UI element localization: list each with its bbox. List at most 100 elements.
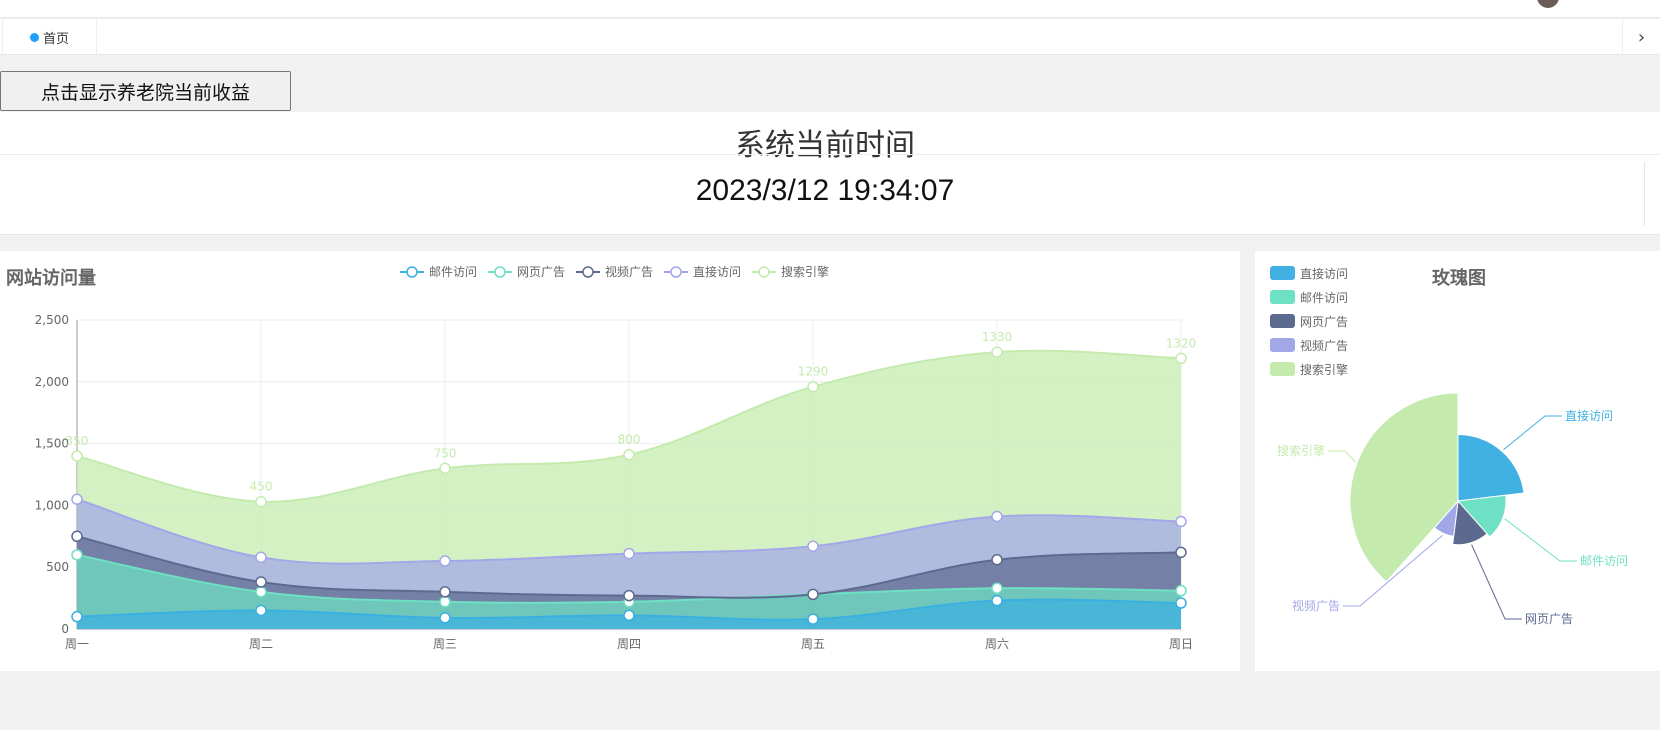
legend-item[interactable]: 邮件访问 bbox=[400, 265, 477, 279]
slice-label: 邮件访问 bbox=[1580, 554, 1628, 568]
data-label: 750 bbox=[434, 446, 457, 460]
legend-item[interactable]: 直接访问 bbox=[664, 264, 741, 279]
x-tick-label: 周一 bbox=[65, 637, 89, 651]
data-point bbox=[1175, 515, 1187, 528]
data-point bbox=[807, 613, 819, 625]
x-tick-label: 周日 bbox=[1169, 637, 1193, 651]
data-point bbox=[255, 604, 267, 617]
label-leader-line bbox=[1471, 544, 1522, 620]
legend-label: 网页广告 bbox=[1300, 315, 1348, 329]
data-point bbox=[623, 609, 635, 622]
data-point bbox=[439, 612, 451, 624]
data-point bbox=[1175, 584, 1187, 597]
data-point bbox=[623, 589, 635, 602]
legend-swatch bbox=[1270, 338, 1295, 352]
legend-label: 邮件访问 bbox=[1300, 291, 1348, 305]
data-point bbox=[71, 530, 83, 543]
data-point bbox=[439, 586, 451, 598]
data-point bbox=[255, 495, 267, 508]
legend-label: 直接访问 bbox=[693, 264, 741, 279]
legend-item[interactable]: 搜索引擎 bbox=[1270, 362, 1348, 377]
legend-label: 网页广告 bbox=[517, 265, 565, 279]
y-tick-label: 0 bbox=[61, 622, 69, 636]
data-label: 1320 bbox=[1166, 336, 1197, 350]
data-point bbox=[71, 549, 83, 561]
legend-item[interactable]: 邮件访问 bbox=[1270, 290, 1348, 305]
legend-symbol bbox=[670, 266, 682, 278]
x-tick-label: 周二 bbox=[249, 637, 273, 651]
data-label: 1330 bbox=[982, 330, 1013, 344]
legend-symbol bbox=[406, 266, 418, 278]
x-tick-label: 周四 bbox=[617, 637, 641, 651]
tab-home-label: 首页 bbox=[42, 31, 69, 47]
legend-symbol bbox=[758, 266, 770, 278]
data-point bbox=[1175, 352, 1187, 365]
tab-home[interactable]: 首页 bbox=[2, 19, 97, 55]
legend-swatch bbox=[1270, 266, 1295, 280]
show-income-button[interactable]: 点击显示养老院当前收益 bbox=[0, 71, 291, 111]
data-point bbox=[807, 540, 819, 552]
legend-item[interactable]: 网页广告 bbox=[1270, 314, 1348, 329]
rose-chart-card: 玫瑰图 直接访问 邮件访问 网页广告 视频广告 搜索引擎 直接访问 邮件访问 网页广告 视频广告… bbox=[1255, 251, 1660, 671]
system-time-panel: 系统当前时间 2023/3/12 19:34:07 bbox=[0, 112, 1660, 235]
data-point bbox=[623, 448, 635, 461]
data-point bbox=[439, 462, 451, 475]
y-tick-label: 500 bbox=[46, 560, 69, 574]
chevron-right-icon: › bbox=[1637, 26, 1646, 48]
data-point bbox=[439, 555, 451, 567]
data-point bbox=[991, 554, 1003, 566]
data-point bbox=[1175, 597, 1187, 609]
legend-label: 搜索引擎 bbox=[1300, 362, 1348, 377]
data-point bbox=[991, 510, 1003, 523]
data-label: 800 bbox=[618, 433, 641, 447]
slice-label: 视频广告 bbox=[1292, 598, 1340, 613]
legend-item[interactable]: 直接访问 bbox=[1270, 266, 1348, 281]
data-point bbox=[71, 450, 83, 462]
user-avatar[interactable] bbox=[1537, 0, 1559, 8]
legend-item[interactable]: 视频广告 bbox=[576, 264, 653, 279]
data-label: 350 bbox=[66, 434, 89, 448]
y-tick-label: 2,500 bbox=[35, 313, 69, 327]
x-tick-label: 周三 bbox=[433, 637, 457, 651]
x-tick-label: 周六 bbox=[985, 637, 1009, 651]
legend-label: 搜索引擎 bbox=[781, 264, 829, 279]
label-leader-line bbox=[1328, 450, 1356, 463]
top-header bbox=[0, 0, 1660, 18]
tab-bar: 首页 › bbox=[0, 19, 1660, 55]
data-point bbox=[255, 551, 267, 564]
legend-item[interactable]: 网页广告 bbox=[488, 265, 565, 279]
legend-item[interactable]: 搜索引擎 bbox=[752, 264, 829, 279]
legend-label: 邮件访问 bbox=[429, 265, 477, 279]
divider bbox=[1644, 162, 1645, 226]
data-point bbox=[991, 594, 1003, 607]
legend-label: 视频广告 bbox=[605, 264, 653, 279]
visits-area-chart[interactable]: 0 500 1,000 1,500 2,000 2,500 周一 周二 周三 周四 周五 周六 周日 35… bbox=[0, 251, 1240, 671]
label-leader-line bbox=[1504, 518, 1577, 562]
x-tick-label: 周五 bbox=[801, 637, 825, 651]
label-leader-line bbox=[1503, 415, 1562, 451]
slice-label: 直接访问 bbox=[1565, 408, 1613, 423]
visits-chart-card: 网站访问量 0 500 1,000 1,500 2,000 2,500 周一 周二 周三 周四 周五… bbox=[0, 251, 1240, 671]
divider bbox=[0, 154, 1660, 155]
data-point bbox=[71, 493, 83, 505]
legend-label: 视频广告 bbox=[1300, 338, 1348, 353]
data-label: 450 bbox=[250, 480, 273, 494]
data-point bbox=[439, 596, 451, 608]
legend-item[interactable]: 视频广告 bbox=[1270, 338, 1348, 353]
legend-label: 直接访问 bbox=[1300, 266, 1348, 281]
y-tick-label: 1,000 bbox=[35, 498, 69, 512]
rose-slice-直接访问 bbox=[1457, 434, 1525, 502]
slice-label: 网页广告 bbox=[1525, 612, 1573, 626]
legend-swatch bbox=[1270, 290, 1295, 304]
data-point bbox=[991, 346, 1003, 358]
y-tick-label: 2,000 bbox=[35, 375, 69, 389]
rose-pie-chart[interactable]: 直接访问邮件访问网页广告视频广告搜索引擎直接访问邮件访问网页广告视频广告搜索引擎 bbox=[1255, 251, 1660, 671]
rose-slice-搜索引擎 bbox=[1349, 392, 1459, 583]
tab-scroll-right-button[interactable]: › bbox=[1622, 19, 1660, 55]
data-point bbox=[255, 586, 267, 598]
data-point bbox=[255, 576, 267, 588]
system-time-title: 系统当前时间 bbox=[735, 128, 915, 163]
data-point bbox=[1175, 546, 1187, 559]
legend-symbol bbox=[494, 266, 506, 278]
data-point bbox=[807, 380, 819, 393]
